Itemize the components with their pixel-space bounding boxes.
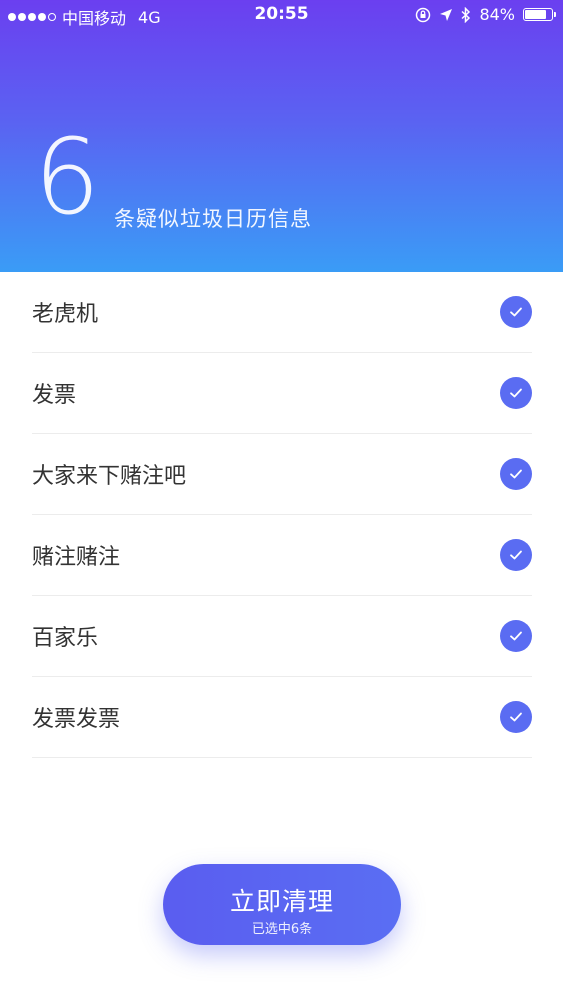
header-banner: 中国移动 4G 20:55 84% 6 条疑似垃圾日历信息 [0,0,563,272]
checkmark-icon[interactable] [500,539,532,571]
checkmark-icon[interactable] [500,620,532,652]
event-title: 发票 [32,383,77,408]
suspicious-count-label: 条疑似垃圾日历信息 [114,207,312,231]
location-arrow-icon [440,8,453,21]
status-right: 84% [415,5,556,24]
event-title: 百家乐 [32,626,99,651]
battery-icon [523,8,556,21]
checkmark-icon[interactable] [500,458,532,490]
status-bar: 中国移动 4G 20:55 84% [0,0,563,30]
checkmark-icon[interactable] [500,296,532,328]
event-title: 大家来下赌注吧 [32,464,187,489]
clean-now-label: 立即清理 [229,887,334,916]
list-item[interactable]: 老虎机 [32,272,532,353]
event-title: 发票发票 [32,707,121,732]
list-item[interactable]: 大家来下赌注吧 [32,434,532,515]
checkmark-icon[interactable] [500,377,532,409]
battery-percentage: 84% [479,5,515,24]
checkmark-icon[interactable] [500,701,532,733]
suspicious-event-list: 老虎机 发票 大家来下赌注吧 赌注赌注 百家乐 发票发票 [32,272,532,758]
list-item[interactable]: 赌注赌注 [32,515,532,596]
event-title: 老虎机 [32,302,99,327]
clean-now-button[interactable]: 立即清理 已选中6条 [163,864,401,945]
suspicious-count: 6 [34,116,101,238]
list-item[interactable]: 发票 [32,353,532,434]
list-item[interactable]: 发票发票 [32,677,532,758]
bluetooth-icon [461,6,471,23]
battery-level-fill [525,10,546,19]
list-item[interactable]: 百家乐 [32,596,532,677]
selected-count-label: 已选中6条 [251,922,313,937]
event-title: 赌注赌注 [32,545,121,570]
lock-rotation-icon [416,7,431,22]
